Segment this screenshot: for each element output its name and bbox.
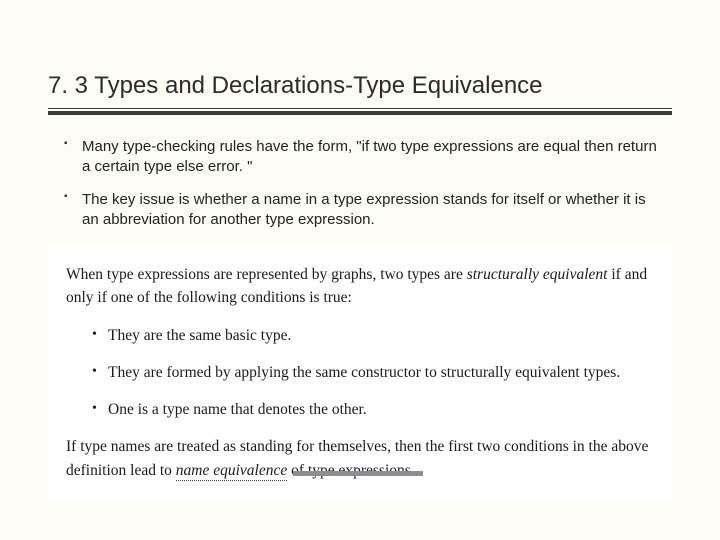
textbook-intro: When type expressions are represented by… xyxy=(66,263,654,310)
textbook-excerpt: When type expressions are represented by… xyxy=(48,243,672,500)
list-item: One is a type name that denotes the othe… xyxy=(92,398,654,421)
highlight-mark xyxy=(293,471,423,476)
list-item: The key issue is whether a name in a typ… xyxy=(64,190,666,229)
textbook-conditions-list: They are the same basic type. They are f… xyxy=(66,324,654,422)
list-item: They are the same basic type. xyxy=(92,324,654,347)
emphasis-structurally-equivalent: structurally equivalent xyxy=(467,266,608,283)
list-item: Many type-checking rules have the form, … xyxy=(64,137,666,176)
slide-bullet-list: Many type-checking rules have the form, … xyxy=(48,137,672,229)
list-item: They are formed by applying the same con… xyxy=(92,361,654,384)
title-underline xyxy=(48,111,672,115)
text: When type expressions are represented by… xyxy=(66,266,467,283)
slide-title: 7. 3 Types and Declarations-Type Equival… xyxy=(48,72,672,109)
emphasis-name-equivalence: name equivalence xyxy=(176,462,287,481)
